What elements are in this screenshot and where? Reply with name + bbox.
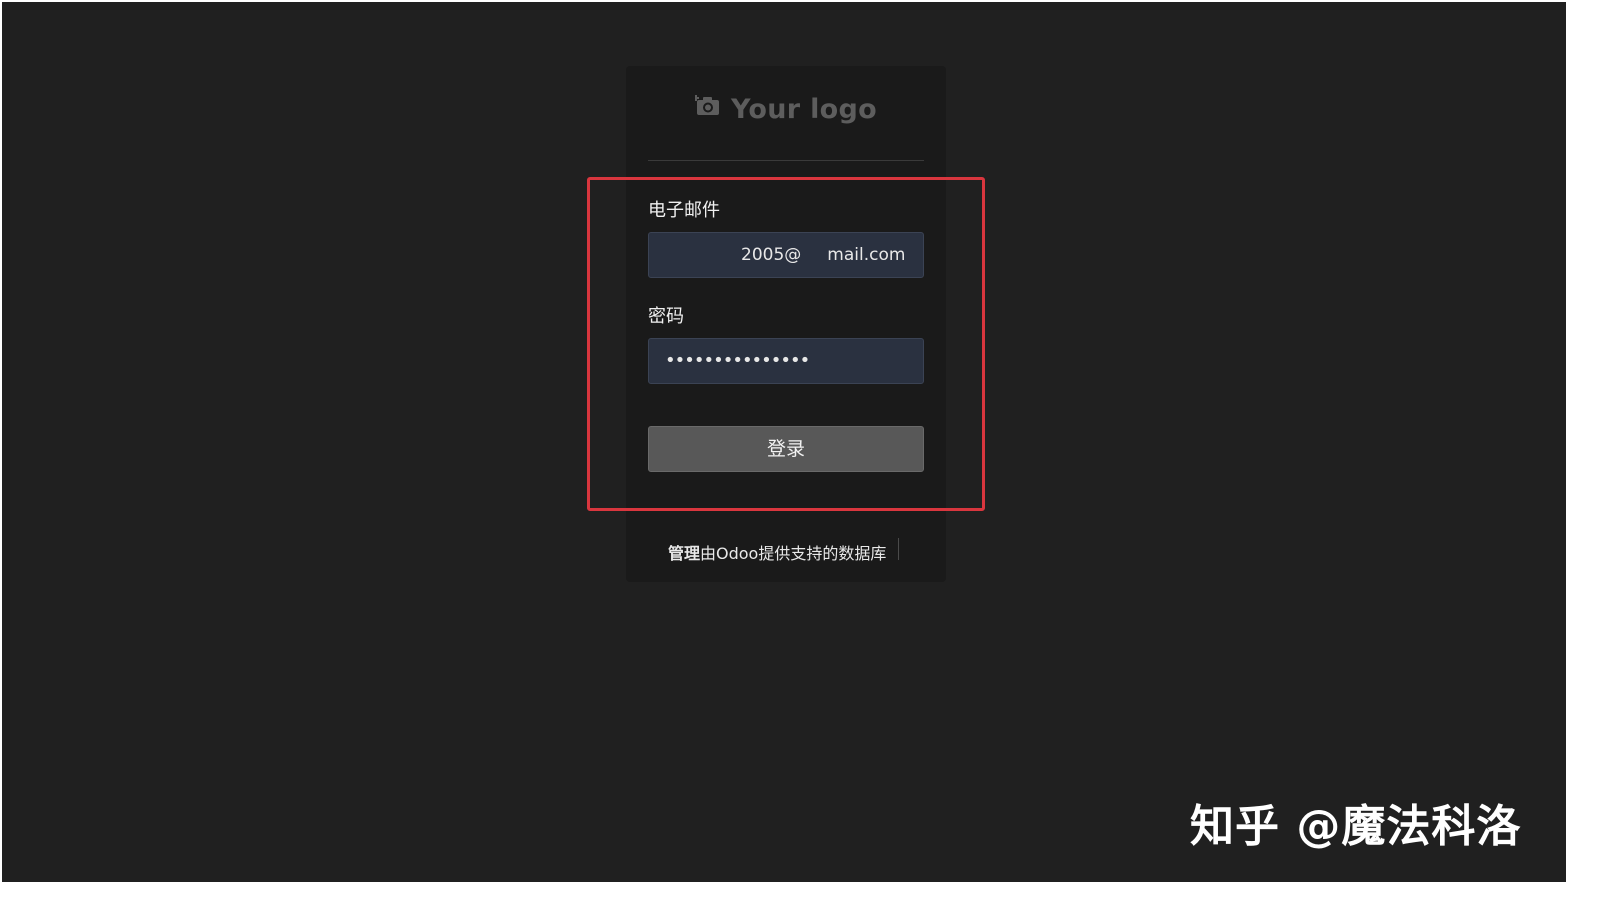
powered-by-text: 由Odoo提供支持的数据库 <box>700 544 887 563</box>
email-label: 电子邮件 <box>648 200 720 221</box>
logo: Your logo <box>626 94 946 125</box>
screen: Your logo 电子邮件 2005@ mail.com 密码 ••••••••… <box>2 2 1566 882</box>
footer: 管理由Odoo提供支持的数据库 <box>668 540 886 564</box>
logo-divider <box>648 160 924 161</box>
email-input[interactable]: 2005@ mail.com <box>648 232 924 278</box>
manage-databases-link[interactable]: 管理 <box>668 544 700 563</box>
logo-text: Your logo <box>731 94 877 125</box>
email-value-suffix: mail.com <box>827 245 906 265</box>
login-button[interactable]: 登录 <box>648 426 924 472</box>
watermark: 知乎 @魔法科洛 <box>1190 801 1522 852</box>
email-value-prefix: 2005@ <box>741 245 802 265</box>
password-label: 密码 <box>648 306 684 327</box>
login-card: Your logo 电子邮件 2005@ mail.com 密码 ••••••••… <box>626 66 946 582</box>
camera-icon <box>693 92 721 123</box>
footer-separator <box>898 538 899 560</box>
password-input[interactable]: ••••••••••••••• <box>648 338 924 384</box>
